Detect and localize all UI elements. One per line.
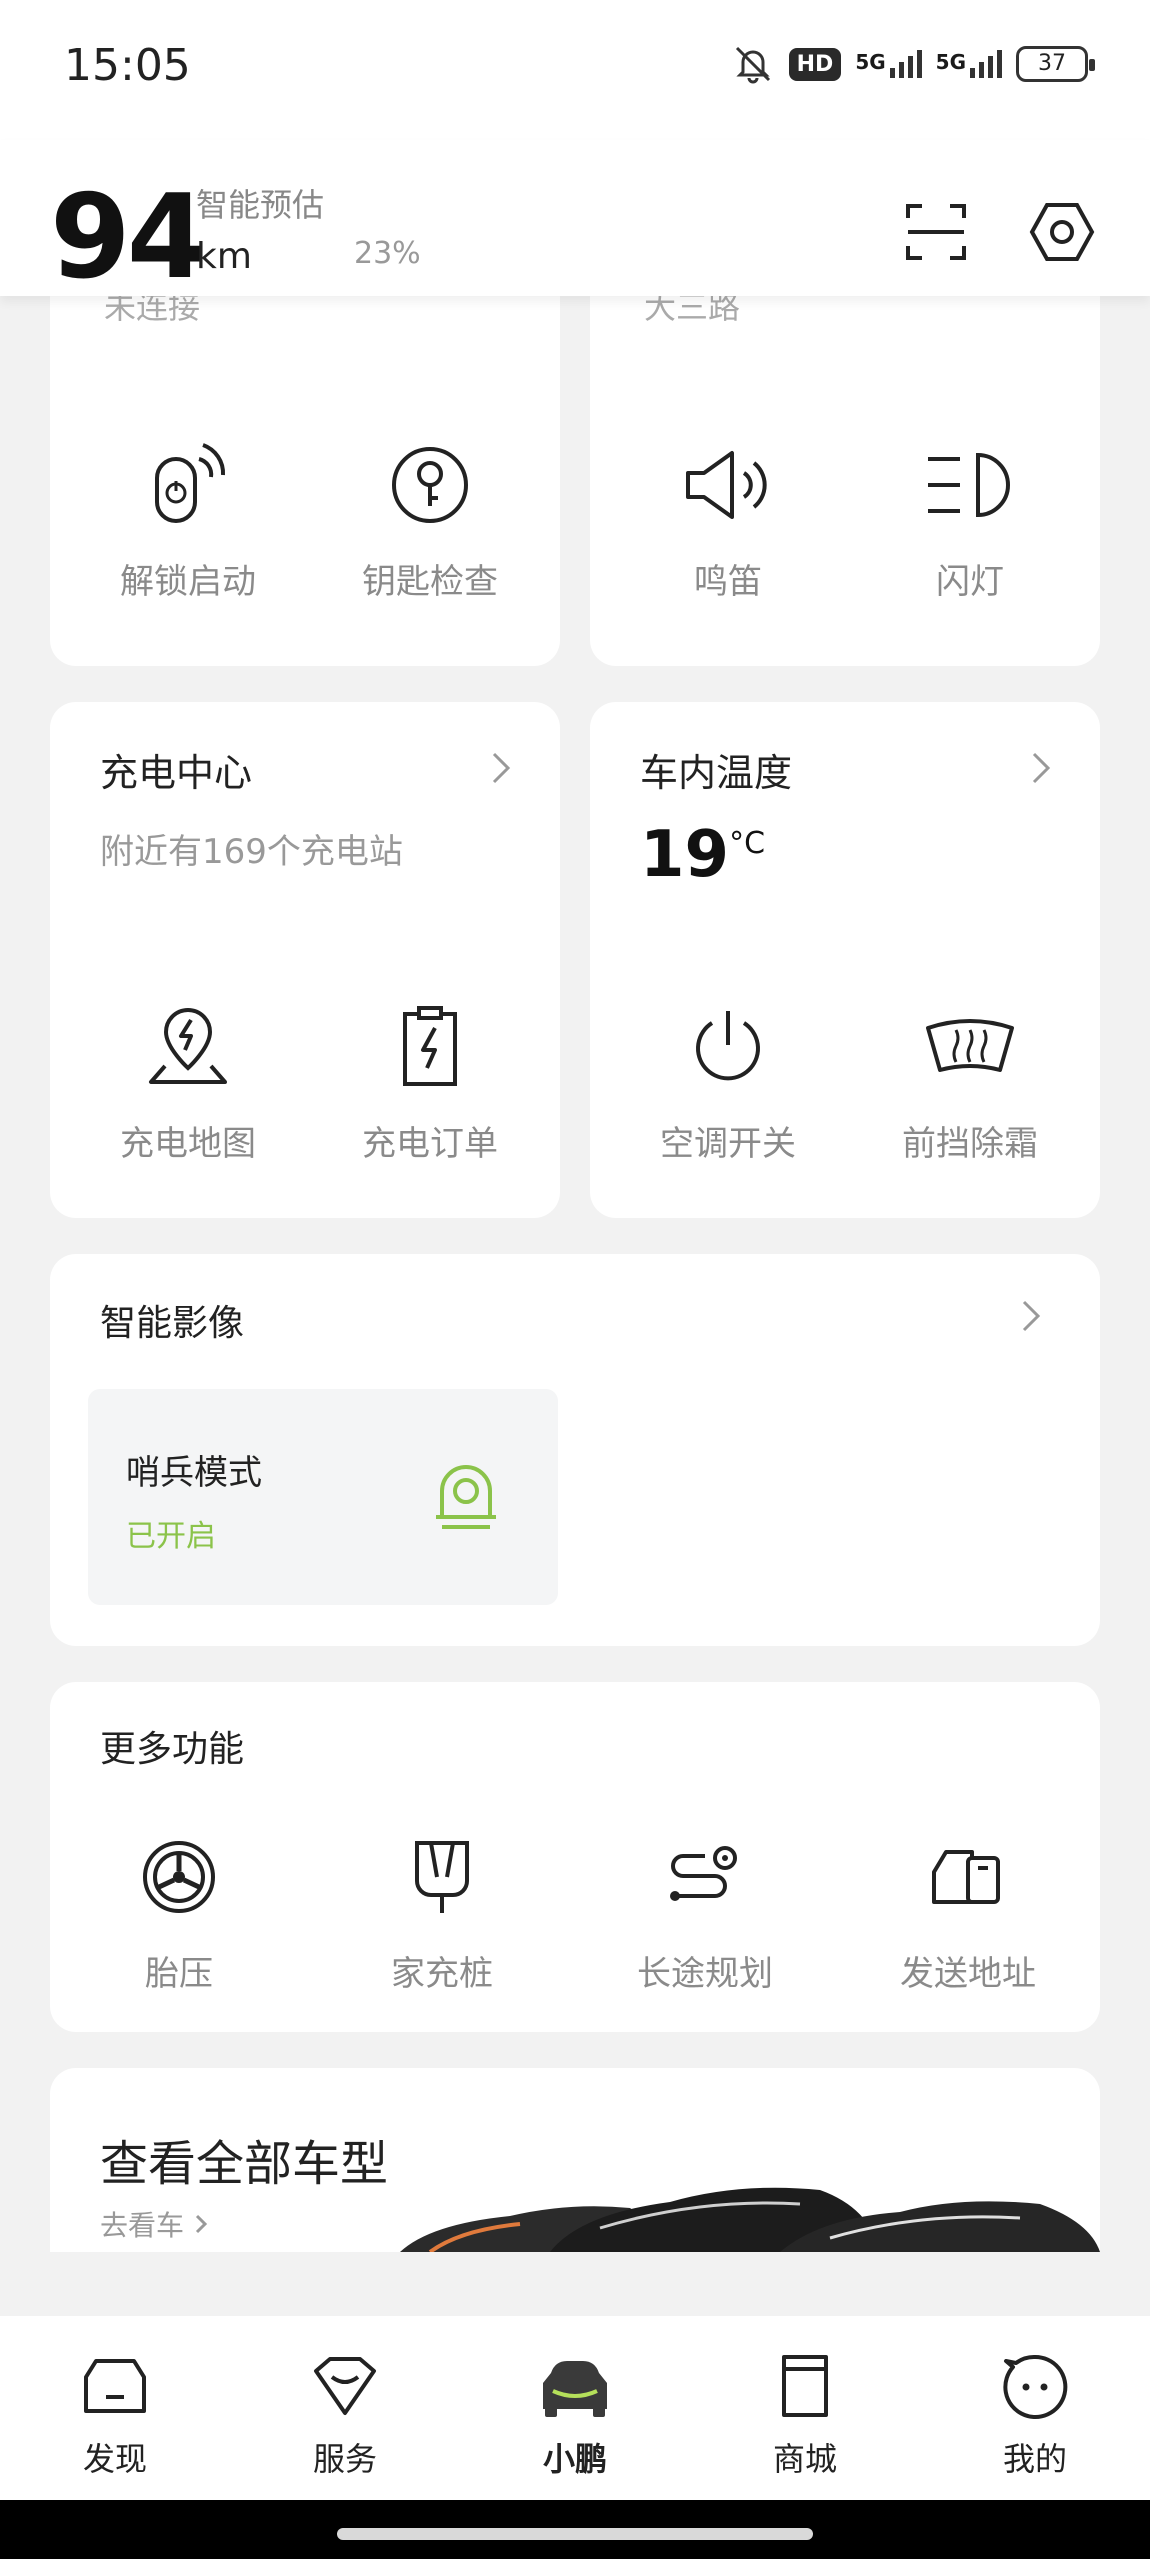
net-type-1: 5G: [855, 50, 886, 74]
imaging-title: 智能影像: [100, 1303, 245, 1344]
chevron-right-icon: [195, 2214, 208, 2234]
temp-readout: 19 °C: [640, 818, 765, 892]
car-lineup-image: [400, 2187, 1100, 2252]
feature-label: 发送地址: [900, 1954, 1036, 1994]
range-label: 智能预估: [196, 186, 325, 224]
battery-icon: 37: [1016, 46, 1095, 82]
signal-icon: 5G: [855, 50, 922, 78]
headlight-icon: [928, 452, 1010, 518]
key-icon: [392, 447, 468, 523]
settings-icon: [1029, 203, 1095, 261]
tab-label: 商城: [772, 2440, 837, 2478]
phone-key-icon: [155, 443, 226, 523]
trip-planning-button[interactable]: 长途规划: [595, 1822, 815, 1995]
feature-label: 鸣笛: [694, 562, 762, 602]
charge-order-icon: [403, 1006, 457, 1086]
service-icon: [314, 2357, 376, 2415]
send-address-button[interactable]: 发送地址: [858, 1822, 1078, 1995]
sentry-mode-tile[interactable]: 哨兵模式 已开启: [88, 1389, 558, 1605]
sentry-camera-icon: [436, 1465, 496, 1529]
smart-imaging-card: 智能影像 哨兵模式 已开启: [50, 1254, 1100, 1646]
charge-center-card[interactable]: 充电中心 附近有169个充电站 充电地图 充电订单: [50, 702, 560, 1218]
key-check-button[interactable]: 钥匙检查: [320, 430, 540, 603]
profile-icon: [1003, 2354, 1068, 2419]
home-gesture-pill[interactable]: [337, 2528, 813, 2540]
feature-label: 长途规划: [637, 1954, 773, 1994]
chevron-right-icon: [492, 752, 511, 784]
feature-label: 胎压: [145, 1954, 213, 1994]
sentry-status: 已开启: [126, 1519, 216, 1554]
tab-label: 服务: [312, 2440, 377, 2478]
charge-map-button[interactable]: 充电地图: [78, 992, 298, 1165]
send-address-icon: [932, 1850, 1000, 1904]
front-defrost-button[interactable]: 前挡除霜: [860, 992, 1080, 1165]
status-bar: 15:05 HD 5G 5G 37: [0, 0, 1150, 140]
feature-label: 闪灯: [936, 562, 1004, 602]
scan-icon: [906, 204, 966, 260]
feature-label: 解锁启动: [120, 562, 256, 602]
feature-label: 充电地图: [120, 1124, 256, 1164]
car-icon: [543, 2361, 607, 2417]
home-charger-icon: [415, 1841, 469, 1913]
more-title: 更多功能: [100, 1729, 245, 1770]
tire-icon: [143, 1841, 215, 1913]
charge-subtitle: 附近有169个充电站: [100, 832, 403, 872]
temp-value: 19: [640, 818, 730, 892]
hd-badge: HD: [788, 47, 842, 81]
shop-icon: [782, 2355, 828, 2417]
status-time: 15:05: [64, 40, 191, 91]
status-icons: HD 5G 5G 37: [731, 42, 1095, 86]
charge-order-button[interactable]: 充电订单: [320, 992, 540, 1165]
ac-toggle-button[interactable]: 空调开关: [618, 992, 838, 1165]
settings-button[interactable]: [1026, 196, 1098, 268]
mute-icon: [735, 46, 770, 84]
tab-label: 我的: [1002, 2440, 1067, 2478]
remote-key-card: 未连接 解锁启动 钥匙检查: [50, 260, 560, 666]
route-icon: [670, 1846, 737, 1901]
sentry-title: 哨兵模式: [126, 1453, 262, 1493]
tab-label: 小鹏: [542, 2440, 607, 2478]
tab-discover[interactable]: 发现: [45, 2346, 185, 2480]
charge-title: 充电中心: [100, 751, 253, 795]
battery-percent: 23%: [354, 236, 421, 271]
feature-label: 充电订单: [362, 1124, 498, 1164]
vehicle-header: 94 智能预估 km 23%: [0, 140, 1150, 305]
temp-unit: °C: [729, 826, 766, 861]
defrost-icon: [926, 1019, 1014, 1072]
feature-label: 钥匙检查: [362, 562, 498, 602]
horn-icon: [686, 451, 767, 519]
range-unit: km: [196, 236, 252, 277]
feature-label: 空调开关: [660, 1124, 796, 1164]
chevron-right-icon: [1032, 752, 1051, 784]
unlock-start-button[interactable]: 解锁启动: [78, 430, 298, 603]
temp-title: 车内温度: [640, 751, 793, 795]
range-value: 94: [50, 170, 207, 305]
tab-service[interactable]: 服务: [275, 2346, 415, 2480]
tab-label: 发现: [82, 2440, 147, 2478]
flash-lights-button[interactable]: 闪灯: [860, 430, 1080, 603]
tab-xpeng[interactable]: 小鹏: [505, 2346, 645, 2480]
view-cars-label: 去看车: [100, 2209, 185, 2242]
discover-icon: [84, 2359, 146, 2413]
all-models-card[interactable]: 查看全部车型 去看车: [50, 2068, 1100, 2252]
feature-label: 家充桩: [391, 1954, 493, 1994]
net-type-2: 5G: [935, 50, 966, 74]
cabin-temp-card[interactable]: 车内温度 19 °C 空调开关 前挡除霜: [590, 702, 1100, 1218]
tab-shop[interactable]: 商城: [735, 2346, 875, 2480]
power-icon: [696, 1011, 760, 1081]
feature-label: 前挡除霜: [902, 1124, 1038, 1164]
charge-map-icon: [149, 1007, 227, 1084]
view-cars-link[interactable]: 去看车: [100, 2204, 212, 2244]
chevron-right-icon[interactable]: [1010, 1296, 1050, 1336]
models-title: 查看全部车型: [100, 2136, 389, 2192]
horn-button[interactable]: 鸣笛: [618, 430, 838, 603]
vehicle-find-card: 大三路 鸣笛 闪灯: [590, 260, 1100, 666]
tab-profile[interactable]: 我的: [965, 2346, 1105, 2480]
scan-button[interactable]: [900, 196, 972, 268]
signal-icon-2: 5G: [936, 50, 1002, 78]
home-charger-button[interactable]: 家充桩: [332, 1822, 552, 1995]
tire-pressure-button[interactable]: 胎压: [69, 1822, 289, 1995]
more-functions-card: 更多功能 胎压 家充桩 长途规划 发送地址: [50, 1682, 1100, 2032]
